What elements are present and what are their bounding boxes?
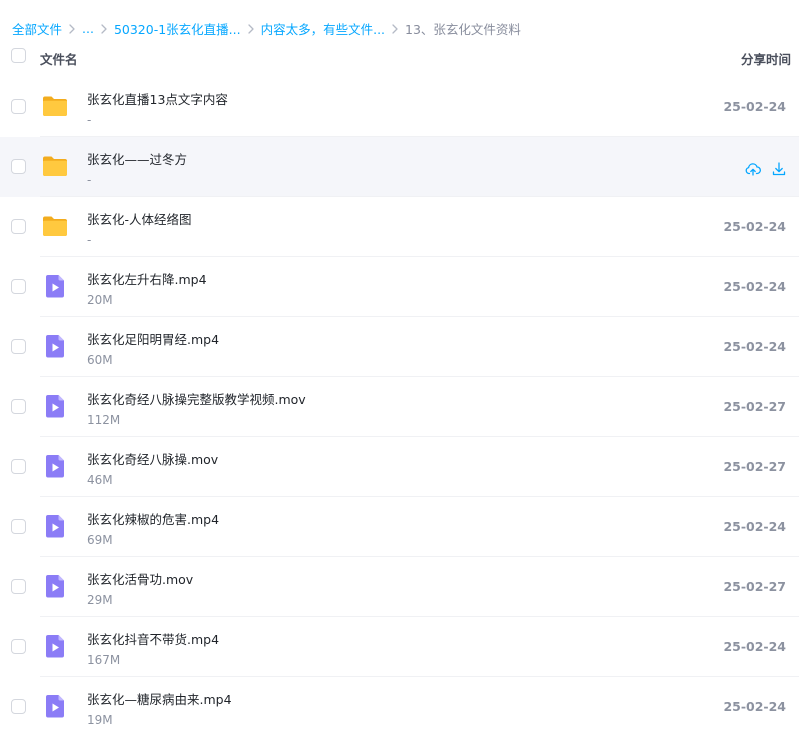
share-date: 25-02-24 — [723, 99, 786, 114]
row-checkbox[interactable] — [11, 279, 26, 294]
video-file-icon — [42, 453, 68, 479]
cloud-upload-icon[interactable] — [745, 161, 761, 177]
column-header-share-time[interactable]: 分享时间 — [741, 49, 791, 68]
breadcrumb: 全部文件... 50320-1张玄化直播... 内容太多，有些文件... 13、张玄化… — [12, 19, 521, 37]
select-all-checkbox[interactable] — [11, 48, 26, 63]
file-name[interactable]: 张玄化直播13点文字内容 — [87, 89, 228, 108]
row-actions — [745, 161, 787, 177]
file-name[interactable]: 张玄化左升右降.mp4 — [87, 269, 207, 288]
file-row[interactable]: 张玄化活骨功.mov 29M 25-02-27 — [0, 557, 799, 617]
breadcrumb-item[interactable]: 内容太多，有些文件... — [261, 19, 385, 38]
chevron-right-icon — [94, 21, 114, 35]
file-row[interactable]: 张玄化抖音不带货.mp4 167M 25-02-24 — [0, 617, 799, 677]
row-checkbox[interactable] — [11, 159, 26, 174]
video-file-icon — [42, 273, 68, 299]
file-row[interactable]: 张玄化—糖尿病由来.mp4 19M 25-02-24 — [0, 677, 799, 737]
file-size: 46M — [87, 473, 113, 487]
share-date: 25-02-24 — [723, 339, 786, 354]
video-file-icon — [42, 393, 68, 419]
row-checkbox[interactable] — [11, 699, 26, 714]
share-date: 25-02-27 — [723, 459, 786, 474]
video-file-icon — [42, 633, 68, 659]
file-row[interactable]: 张玄化奇经八脉操完整版教学视频.mov 112M 25-02-27 — [0, 377, 799, 437]
video-file-icon — [42, 333, 68, 359]
share-date: 25-02-27 — [723, 579, 786, 594]
file-size: 29M — [87, 593, 113, 607]
file-row[interactable]: 张玄化足阳明胃经.mp4 60M 25-02-24 — [0, 317, 799, 377]
row-checkbox[interactable] — [11, 519, 26, 534]
file-row[interactable]: 张玄化直播13点文字内容 - 25-02-24 — [0, 77, 799, 137]
breadcrumb-item[interactable]: 全部文件 — [12, 19, 62, 38]
video-file-icon — [42, 573, 68, 599]
file-name[interactable]: 张玄化抖音不带货.mp4 — [87, 629, 219, 648]
file-name[interactable]: 张玄化足阳明胃经.mp4 — [87, 329, 219, 348]
folder-icon — [42, 153, 68, 179]
file-list: 张玄化直播13点文字内容 - 25-02-24 张玄化——过冬方 - 张玄化-人体经络图 -… — [0, 77, 799, 737]
file-size: 19M — [87, 713, 113, 727]
file-row[interactable]: 张玄化辣椒的危害.mp4 69M 25-02-24 — [0, 497, 799, 557]
folder-icon — [42, 93, 68, 119]
file-row[interactable]: 张玄化奇经八脉操.mov 46M 25-02-27 — [0, 437, 799, 497]
share-date: 25-02-24 — [723, 279, 786, 294]
share-date: 25-02-24 — [723, 699, 786, 714]
row-checkbox[interactable] — [11, 339, 26, 354]
row-checkbox[interactable] — [11, 459, 26, 474]
share-date: 25-02-24 — [723, 219, 786, 234]
list-header: 文件名 分享时间 — [0, 40, 799, 76]
video-file-icon — [42, 513, 68, 539]
file-name[interactable]: 张玄化-人体经络图 — [87, 209, 192, 228]
file-size: 60M — [87, 353, 113, 367]
row-checkbox[interactable] — [11, 99, 26, 114]
file-row[interactable]: 张玄化——过冬方 - — [0, 137, 799, 197]
file-name[interactable]: 张玄化—糖尿病由来.mp4 — [87, 689, 232, 708]
chevron-right-icon — [62, 21, 82, 35]
file-name[interactable]: 张玄化活骨功.mov — [87, 569, 193, 588]
file-size: 167M — [87, 653, 121, 667]
file-row[interactable]: 张玄化-人体经络图 - 25-02-24 — [0, 197, 799, 257]
breadcrumb-item: 13、张玄化文件资料 — [405, 21, 521, 37]
file-row[interactable]: 张玄化左升右降.mp4 20M 25-02-24 — [0, 257, 799, 317]
breadcrumb-item[interactable]: 50320-1张玄化直播... — [114, 19, 241, 38]
row-checkbox[interactable] — [11, 219, 26, 234]
row-checkbox[interactable] — [11, 399, 26, 414]
share-date: 25-02-24 — [723, 519, 786, 534]
video-file-icon — [42, 693, 68, 719]
row-checkbox[interactable] — [11, 639, 26, 654]
file-size: 69M — [87, 533, 113, 547]
chevron-right-icon — [241, 21, 261, 35]
file-size: - — [87, 233, 92, 247]
file-name[interactable]: 张玄化奇经八脉操完整版教学视频.mov — [87, 389, 306, 408]
file-size: - — [87, 173, 92, 187]
breadcrumb-item[interactable]: ... — [82, 21, 94, 36]
column-header-filename[interactable]: 文件名 — [40, 49, 78, 68]
chevron-right-icon — [385, 21, 405, 35]
row-checkbox[interactable] — [11, 579, 26, 594]
folder-icon — [42, 213, 68, 239]
share-date: 25-02-24 — [723, 639, 786, 654]
file-size: 112M — [87, 413, 121, 427]
file-name[interactable]: 张玄化奇经八脉操.mov — [87, 449, 218, 468]
file-size: 20M — [87, 293, 113, 307]
download-icon[interactable] — [771, 161, 787, 177]
file-name[interactable]: 张玄化——过冬方 — [87, 149, 187, 168]
file-size: - — [87, 113, 92, 127]
file-name[interactable]: 张玄化辣椒的危害.mp4 — [87, 509, 219, 528]
share-date: 25-02-27 — [723, 399, 786, 414]
